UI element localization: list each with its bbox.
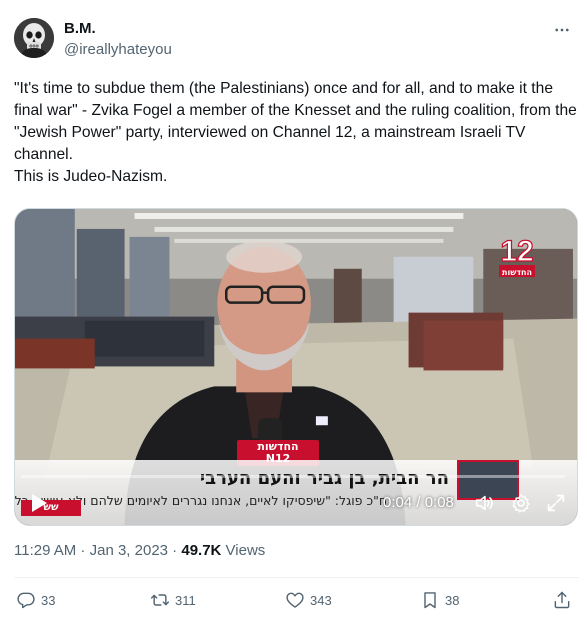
tweet-card: B.M. @ireallyhateyou "It's time to subdu… <box>0 0 587 624</box>
bookmark-icon <box>424 592 436 609</box>
fullscreen-button[interactable] <box>545 492 567 514</box>
more-options-button[interactable] <box>547 18 577 42</box>
retweet-button[interactable]: 311 <box>150 590 196 610</box>
bookmark-count: 38 <box>445 592 460 608</box>
gear-icon <box>512 494 530 513</box>
video-time: 0:04 / 0:08 <box>383 494 454 511</box>
video-player[interactable]: 12 החדשות החדשות N12 הר הבית, בן גביר וה… <box>14 208 578 526</box>
heart-icon <box>286 592 304 608</box>
play-icon <box>32 494 47 512</box>
tweet-text-line: This is Judeo-Nazism. <box>14 168 168 185</box>
video-controls: 0:04 / 0:08 <box>15 469 577 525</box>
channel-logo-number: 12 <box>500 235 533 268</box>
channel-logo-text: החדשות <box>502 268 532 277</box>
play-button[interactable] <box>29 492 49 514</box>
share-button[interactable] <box>552 590 572 610</box>
reply-icon <box>17 592 35 609</box>
avatar[interactable] <box>14 18 54 58</box>
like-count: 343 <box>310 592 332 608</box>
meta-separator: · <box>168 542 182 559</box>
bookmark-button[interactable]: 38 <box>420 590 459 610</box>
video-progress-bar[interactable] <box>21 475 565 478</box>
divider <box>14 577 579 578</box>
volume-icon <box>475 495 493 511</box>
action-bar: 33 311 343 38 <box>0 590 587 618</box>
tweet-time[interactable]: 11:29 AM <box>14 542 76 559</box>
reply-button[interactable]: 33 <box>16 590 55 610</box>
fullscreen-icon <box>547 494 565 512</box>
retweet-icon <box>150 594 170 606</box>
views-count: 49.7K <box>181 542 222 559</box>
channel-12-logo: 12 החדשות <box>497 231 537 281</box>
reply-count: 33 <box>41 592 56 608</box>
views-label: Views <box>221 542 266 559</box>
share-icon <box>554 591 570 609</box>
skull-avatar-icon <box>14 18 54 58</box>
author-display-name[interactable]: B.M. <box>64 20 96 37</box>
tweet-text: "It's time to subdue them (the Palestini… <box>14 78 579 188</box>
volume-button[interactable] <box>473 492 495 514</box>
author-handle[interactable]: @ireallyhateyou <box>64 41 172 58</box>
tweet-meta: 11:29 AM · Jan 3, 2023 · 49.7K Views <box>14 542 265 559</box>
meta-separator: · <box>76 542 90 559</box>
more-dots-icon <box>555 28 569 32</box>
tweet-text-line: "It's time to subdue them (the Palestini… <box>14 80 577 163</box>
retweet-count: 311 <box>175 592 196 608</box>
tweet-date[interactable]: Jan 3, 2023 <box>90 542 168 559</box>
settings-button[interactable] <box>510 492 532 514</box>
like-button[interactable]: 343 <box>285 590 332 610</box>
